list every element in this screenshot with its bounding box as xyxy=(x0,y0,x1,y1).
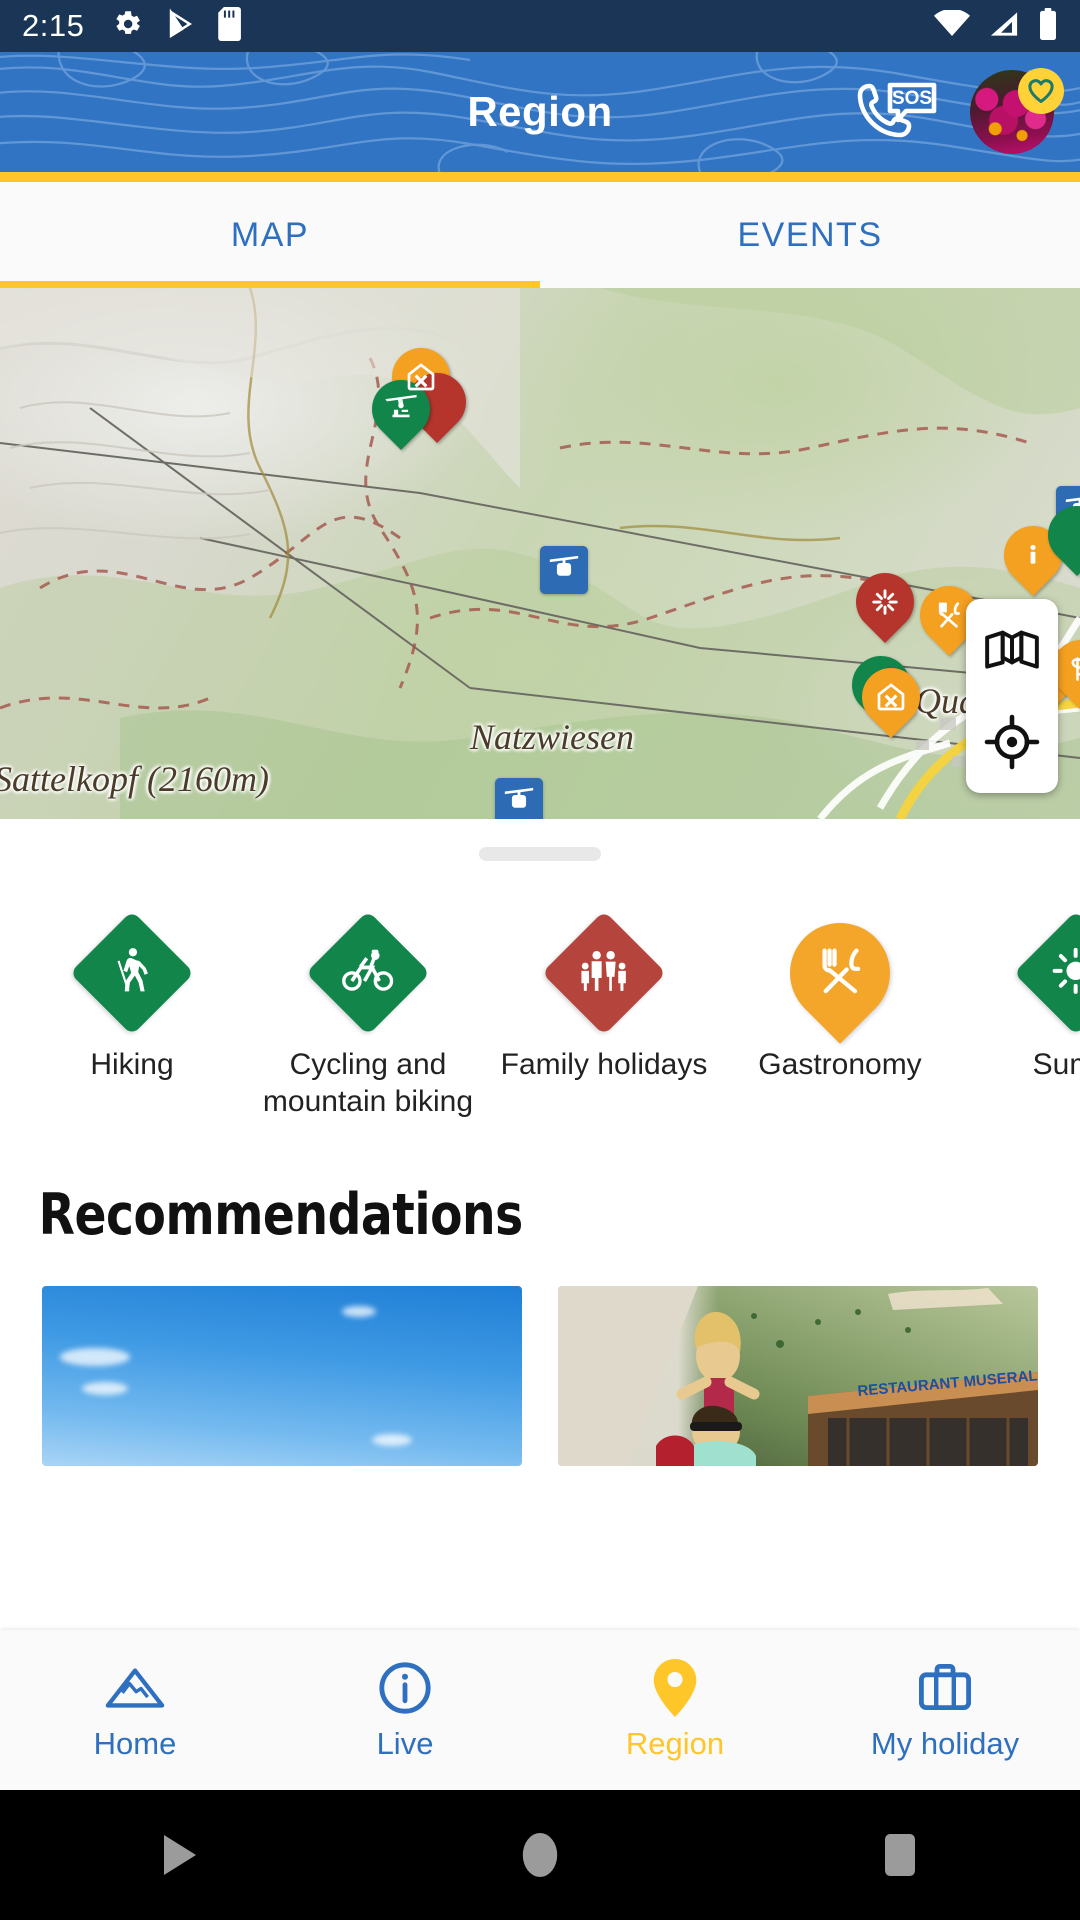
chairlift-icon xyxy=(384,392,418,426)
tab-bar: MAP EVENTS xyxy=(0,182,1080,288)
recommendations-carousel[interactable]: RESTAURANT MUSERALM xyxy=(0,1248,1080,1467)
category-carousel[interactable]: Hiking Cycling and mountain biking Famil… xyxy=(0,889,1080,1130)
category-label: Hiking xyxy=(90,1048,174,1081)
pharmacy-plus-icon xyxy=(1067,655,1080,683)
profile-avatar[interactable] xyxy=(970,68,1064,154)
category-label: Cycling and mountain biking xyxy=(262,1048,474,1118)
recommendation-card-sky[interactable] xyxy=(42,1286,522,1467)
status-bar: 2:15 xyxy=(0,0,1080,52)
recommendation-card-family[interactable]: RESTAURANT MUSERALM xyxy=(558,1286,1038,1467)
map-pin-cable-car-natzwiesen[interactable] xyxy=(540,546,588,594)
status-bar-system-icons xyxy=(934,7,1058,45)
nav-item-home[interactable]: Home xyxy=(0,1630,270,1790)
pharmacy-icon xyxy=(1032,661,1058,689)
status-bar-clock: 2:15 xyxy=(22,8,85,43)
recommendations-heading: Recommendations xyxy=(38,1182,524,1249)
category-label: Summ xyxy=(1032,1048,1080,1081)
status-bar-notification-icons xyxy=(110,6,244,46)
tab-map[interactable]: MAP xyxy=(0,182,540,288)
map-controls-panel xyxy=(966,599,1058,793)
hut-icon xyxy=(875,681,907,713)
recents-square-icon[interactable] xyxy=(720,1831,1080,1879)
cutlery-icon xyxy=(813,944,867,1003)
map-pin-icon xyxy=(650,1658,700,1718)
cutlery-icon xyxy=(934,600,964,630)
category-summer[interactable]: Summ xyxy=(958,910,1080,1120)
sd-card-icon xyxy=(218,6,244,46)
map-pin-event-firework[interactable] xyxy=(843,560,927,644)
category-label: Gastronomy xyxy=(758,1048,922,1081)
locate-me-button[interactable] xyxy=(979,709,1045,775)
nav-item-live[interactable]: Live xyxy=(270,1630,540,1790)
sos-label: SOS xyxy=(892,88,932,109)
nav-label: Region xyxy=(625,1726,725,1761)
cyclist-icon xyxy=(341,944,395,1003)
nav-label: Live xyxy=(376,1726,434,1761)
map-label-sattelkopf: Sattelkopf (2160m) xyxy=(0,759,269,799)
summer-icon xyxy=(1052,947,1080,1000)
nav-label: My holiday xyxy=(870,1726,1020,1761)
mountain-icon xyxy=(104,1658,166,1718)
home-circle-icon[interactable] xyxy=(360,1831,720,1879)
wifi-icon xyxy=(934,8,970,43)
map-pin-activity-green[interactable] xyxy=(1035,493,1080,577)
drag-handle-area[interactable] xyxy=(0,819,1080,889)
category-hiking[interactable]: Hiking xyxy=(14,910,250,1120)
sos-call-icon[interactable]: SOS xyxy=(854,76,940,148)
nav-item-region[interactable]: Region xyxy=(540,1630,810,1790)
hiker-icon xyxy=(106,945,158,1002)
nav-label: Home xyxy=(93,1726,177,1761)
map-view[interactable]: Sattelkopf (2160m) Unterer Sattelkopf (2… xyxy=(0,288,1080,819)
play-store-icon xyxy=(166,7,196,45)
map-label-natzwiesen: Natzwiesen xyxy=(470,717,635,757)
drag-handle[interactable] xyxy=(479,847,601,861)
tab-active-indicator xyxy=(0,281,540,288)
bottom-navigation-bar: Home Live Region My holiday xyxy=(0,1630,1080,1790)
category-label: Family holidays xyxy=(500,1048,708,1081)
battery-icon xyxy=(1038,7,1058,45)
firework-icon xyxy=(870,587,900,617)
tab-events[interactable]: EVENTS xyxy=(540,182,1080,288)
app-bar-accent-underline xyxy=(0,172,1080,182)
category-cycling-mountain-biking[interactable]: Cycling and mountain biking xyxy=(250,910,486,1120)
category-family-holidays[interactable]: Family holidays xyxy=(486,910,722,1120)
app-bar-actions: SOS xyxy=(854,52,1064,172)
cellular-signal-icon xyxy=(988,10,1020,43)
category-gastronomy[interactable]: Gastronomy xyxy=(722,902,958,1120)
info-icon xyxy=(1020,540,1046,570)
bottom-sheet: Hiking Cycling and mountain biking Famil… xyxy=(0,819,1080,1467)
family-icon xyxy=(576,946,632,1001)
info-circle-icon xyxy=(377,1658,433,1718)
nav-item-my-holiday[interactable]: My holiday xyxy=(810,1630,1080,1790)
map-pin-cable-car-2[interactable] xyxy=(495,778,543,819)
android-navigation-bar xyxy=(0,1790,1080,1920)
map-pin-hut-3[interactable] xyxy=(849,655,933,739)
suitcase-icon xyxy=(917,1658,973,1718)
hut-icon xyxy=(405,361,437,393)
back-triangle-icon[interactable] xyxy=(0,1833,360,1877)
favorite-heart-badge xyxy=(1018,68,1064,114)
app-bar: Region SOS xyxy=(0,52,1080,172)
settings-gear-icon xyxy=(110,7,144,46)
